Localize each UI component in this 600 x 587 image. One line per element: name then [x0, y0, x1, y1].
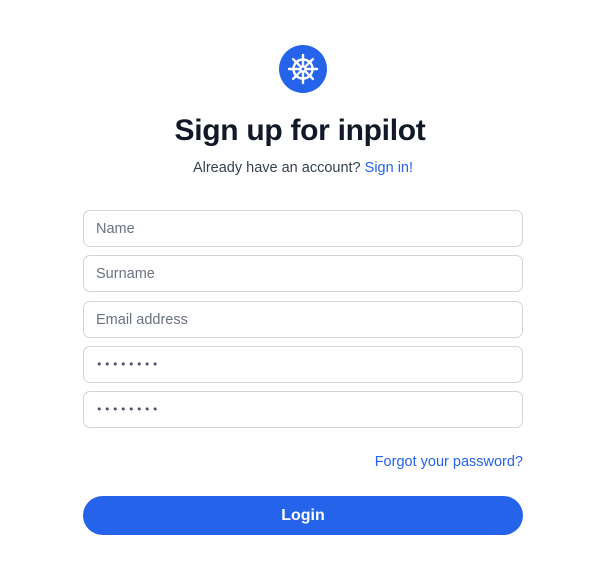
- ship-wheel-icon: [279, 45, 327, 93]
- page-title: Sign up for inpilot: [174, 114, 426, 147]
- signin-prompt-text: Already have an account?: [192, 160, 361, 176]
- name-input[interactable]: [83, 210, 523, 247]
- confirm-password-input[interactable]: [83, 391, 523, 428]
- email-input[interactable]: [83, 301, 523, 338]
- surname-input[interactable]: [83, 255, 523, 292]
- forgot-password-link[interactable]: Forgot your password?: [375, 454, 523, 470]
- signin-prompt: Already have an account? Sign in!: [0, 160, 600, 176]
- login-button[interactable]: Login: [83, 496, 523, 535]
- password-input[interactable]: [83, 346, 523, 383]
- signup-page: Sign up for inpilot Already have an acco…: [0, 0, 600, 587]
- signin-link[interactable]: Sign in!: [365, 160, 413, 176]
